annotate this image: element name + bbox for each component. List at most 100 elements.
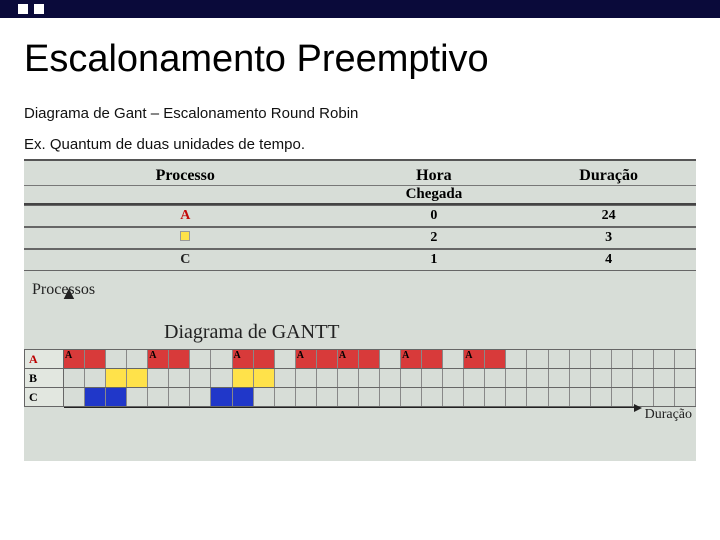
gantt-cell [443,369,464,387]
gantt-cell [317,388,338,406]
gantt-cell [422,350,443,368]
gantt-cell [275,350,296,368]
gantt-cell [506,369,527,387]
gantt-cell [464,369,485,387]
gantt-cell [148,388,169,406]
gantt-cell [317,350,338,368]
gantt-cell [338,388,359,406]
process-table: Processo Hora Duração Chegada A02423C14 [24,161,696,271]
cell-duration: 4 [521,252,696,268]
gantt-chart: AAAAAAAABC [24,349,696,407]
gantt-cell [549,350,570,368]
gantt-cell [85,369,106,387]
gantt-cell [654,350,675,368]
gantt-cell [169,369,190,387]
gantt-cell [211,388,232,406]
gantt-title: Diagrama de GANTT [164,321,340,344]
gantt-cell [106,369,127,387]
process-b-marker-icon [180,231,190,241]
table-header-row: Processo Hora Duração [24,165,696,185]
gantt-cell: A [64,350,85,368]
gantt-cell [233,388,254,406]
gantt-cell [190,369,211,387]
cell-arrival: 0 [347,208,522,224]
y-axis-arrow-icon: ▲ [60,283,78,304]
x-axis-arrow-icon [64,407,636,408]
gantt-cell [443,350,464,368]
gantt-row: AAAAAAAA [24,349,696,368]
gantt-cell [211,369,232,387]
gantt-cell [64,369,85,387]
gantt-cell [422,388,443,406]
gantt-cell [633,350,654,368]
gantt-cell [591,369,612,387]
gantt-cell [675,369,696,387]
col-header-process: Processo [24,167,347,185]
gantt-cell: A [296,350,317,368]
gantt-cell [85,350,106,368]
cell-arrival: 2 [347,230,522,246]
cell-process-name [24,230,347,246]
gantt-row: C [24,387,696,407]
gantt-cell [106,388,127,406]
gantt-cell [64,388,85,406]
gantt-cell [338,369,359,387]
gantt-cell [527,388,548,406]
gantt-cell: A [464,350,485,368]
gantt-cell [591,388,612,406]
gantt-cell [485,388,506,406]
cell-process-name: C [24,252,347,268]
gantt-cell [401,369,422,387]
gantt-row-label: A [24,350,64,368]
gantt-cell [254,350,275,368]
gantt-cell [527,350,548,368]
table-header-subrow: Chegada [24,185,696,205]
x-axis-label: Duração [645,407,692,423]
topbar-square-icon [18,4,28,14]
gantt-cell [190,388,211,406]
gantt-cell [148,369,169,387]
gantt-cell [296,388,317,406]
gantt-cell [254,388,275,406]
gantt-cell [612,388,633,406]
slide-body: Escalonamento Preemptivo Diagrama de Gan… [0,18,720,461]
gantt-cell [169,350,190,368]
gantt-cell [233,369,254,387]
gantt-cell [275,369,296,387]
gantt-cell [633,369,654,387]
col-header-arrival: Chegada [347,186,522,203]
gantt-cell [549,388,570,406]
gantt-cell [506,388,527,406]
gantt-cell [275,388,296,406]
gantt-cell [675,350,696,368]
gantt-row: B [24,368,696,387]
gantt-row-label: B [24,369,64,387]
table-row: 23 [24,227,696,249]
gantt-cell [127,369,148,387]
gantt-cell [527,369,548,387]
gantt-cell [654,369,675,387]
col-header-duration: Duração [521,167,696,185]
slide-topbar [0,0,720,18]
gantt-cell [591,350,612,368]
gantt-cell [359,388,380,406]
gantt-cell [570,388,591,406]
gantt-cell [443,388,464,406]
gantt-cell [359,350,380,368]
topbar-square-icon [34,4,44,14]
gantt-cell: A [338,350,359,368]
gantt-cell [485,350,506,368]
gantt-cell [380,388,401,406]
gantt-cell [675,388,696,406]
gantt-cell [401,388,422,406]
diagram-area: Processo Hora Duração Chegada A02423C14 … [24,159,696,461]
gantt-cell [549,369,570,387]
gantt-cell: A [233,350,254,368]
cell-process-name: A [24,208,347,224]
gantt-row-label: C [24,388,64,406]
gantt-cell [654,388,675,406]
gantt-cell [570,350,591,368]
gantt-cell [570,369,591,387]
subtitle-line-1: Diagrama de Gant – Escalonamento Round R… [24,105,696,122]
gantt-cell [127,388,148,406]
